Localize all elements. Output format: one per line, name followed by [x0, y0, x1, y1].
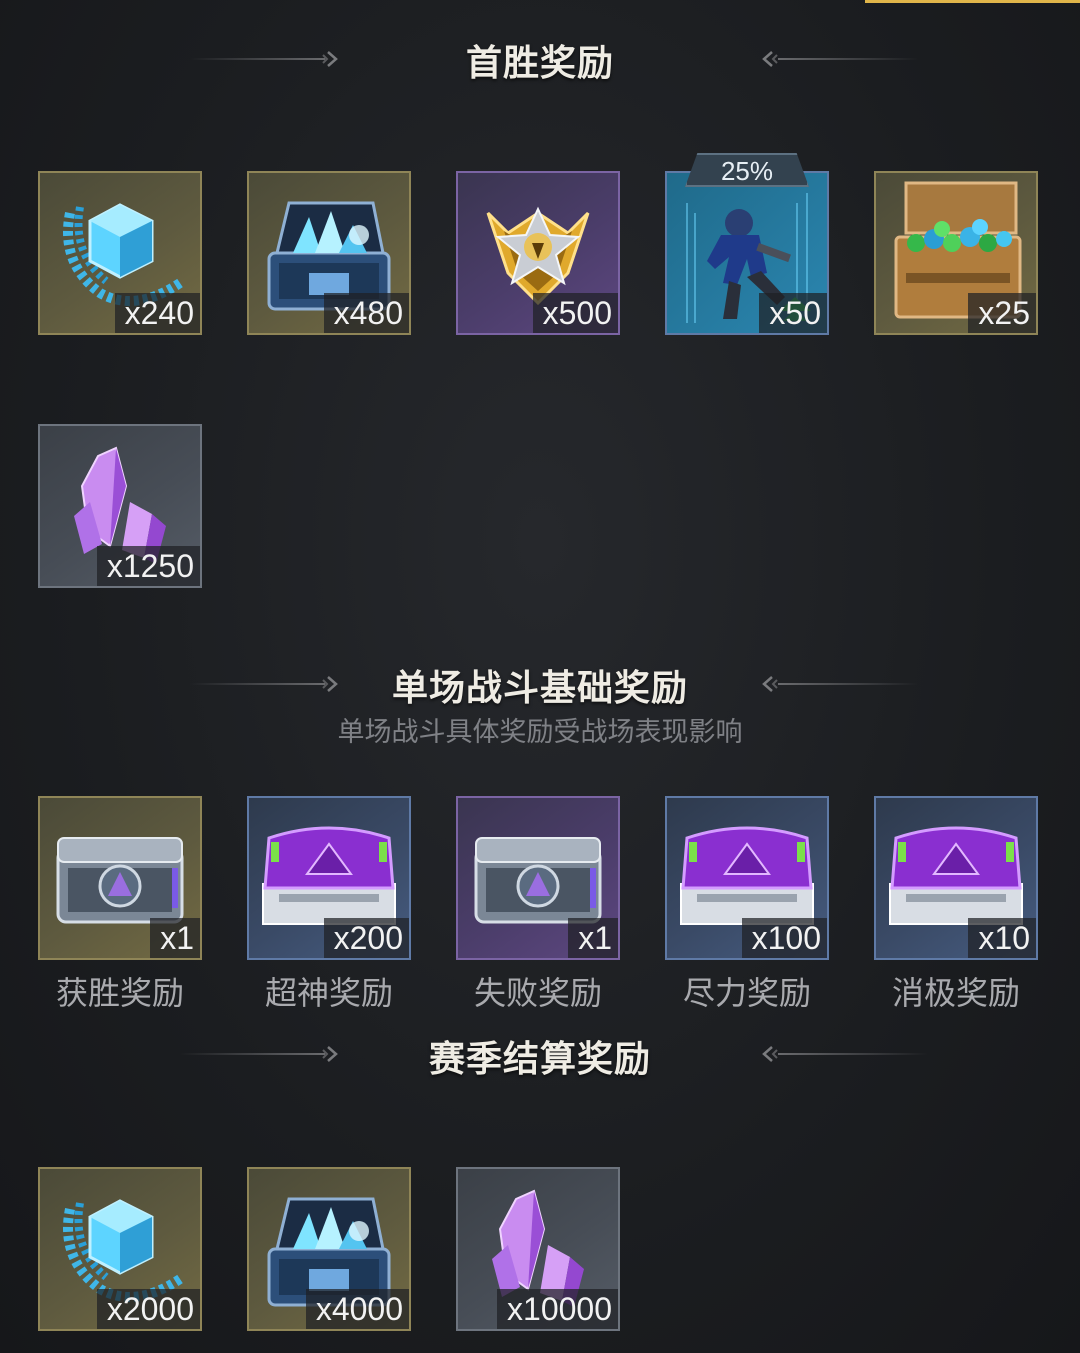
reward-quantity: x2000 — [96, 1289, 200, 1329]
section-title: 首胜奖励 — [465, 43, 614, 84]
chevron-left-icon — [762, 676, 778, 692]
reward-quantity: x1 — [568, 918, 618, 958]
reward-quantity: x480 — [323, 293, 409, 333]
probability-badge: 25% — [685, 153, 809, 187]
reward-tile-purple-crystal[interactable]: x10000 — [456, 1167, 620, 1331]
reward-label: 尽力奖励 — [682, 974, 811, 1012]
reward-tile-crystal-chest[interactable]: x480 — [247, 171, 411, 335]
reward-quantity: x10000 — [497, 1289, 618, 1329]
reward-tile-blue-crystal-emblem[interactable]: x240 — [38, 171, 202, 335]
reward-quantity: x4000 — [305, 1289, 409, 1329]
reward-tile-win-chest[interactable]: x1 — [38, 796, 202, 960]
section-title: 赛季结算奖励 — [428, 1039, 651, 1080]
reward-tile-soldier-card[interactable]: 25% x50 — [665, 153, 829, 335]
reward-quantity: x100 — [741, 918, 827, 958]
reward-tile-crystal-chest[interactable]: x4000 — [247, 1167, 411, 1331]
title-deco-line-right — [778, 683, 918, 685]
top-accent-line — [865, 0, 1080, 3]
reward-quantity: x1250 — [96, 546, 200, 586]
reward-tile-passive-chest[interactable]: x10 — [874, 796, 1038, 960]
reward-quantity: x10 — [968, 918, 1036, 958]
reward-label: 失败奖励 — [473, 974, 602, 1012]
reward-tile-lose-chest[interactable]: x1 — [456, 796, 620, 960]
title-deco-line-right — [778, 1053, 928, 1055]
reward-quantity: x25 — [968, 293, 1036, 333]
chevron-left-icon — [762, 51, 778, 67]
reward-tile-effort-chest[interactable]: x100 — [665, 796, 829, 960]
reward-label: 消极奖励 — [891, 974, 1020, 1012]
reward-tile-gem-crate[interactable]: x25 — [874, 171, 1038, 335]
reward-quantity: x500 — [532, 293, 618, 333]
reward-quantity: x240 — [114, 293, 200, 333]
section-subtitle: 单场战斗具体奖励受战场表现影响 — [337, 717, 743, 748]
reward-label: 获胜奖励 — [55, 974, 184, 1012]
section-title: 单场战斗基础奖励 — [391, 668, 688, 709]
reward-tile-mvp-chest[interactable]: x200 — [247, 796, 411, 960]
reward-tile-blue-crystal-emblem[interactable]: x2000 — [38, 1167, 202, 1331]
reward-tile-purple-crystal[interactable]: x1250 — [38, 424, 202, 588]
reward-tile-gold-rank-badge[interactable]: x500 — [456, 171, 620, 335]
reward-label: 超神奖励 — [264, 974, 393, 1012]
reward-quantity: x50 — [759, 293, 827, 333]
reward-quantity: x200 — [323, 918, 409, 958]
title-deco-line-right — [778, 58, 918, 60]
reward-quantity: x1 — [150, 918, 200, 958]
chevron-left-icon — [762, 1046, 778, 1062]
